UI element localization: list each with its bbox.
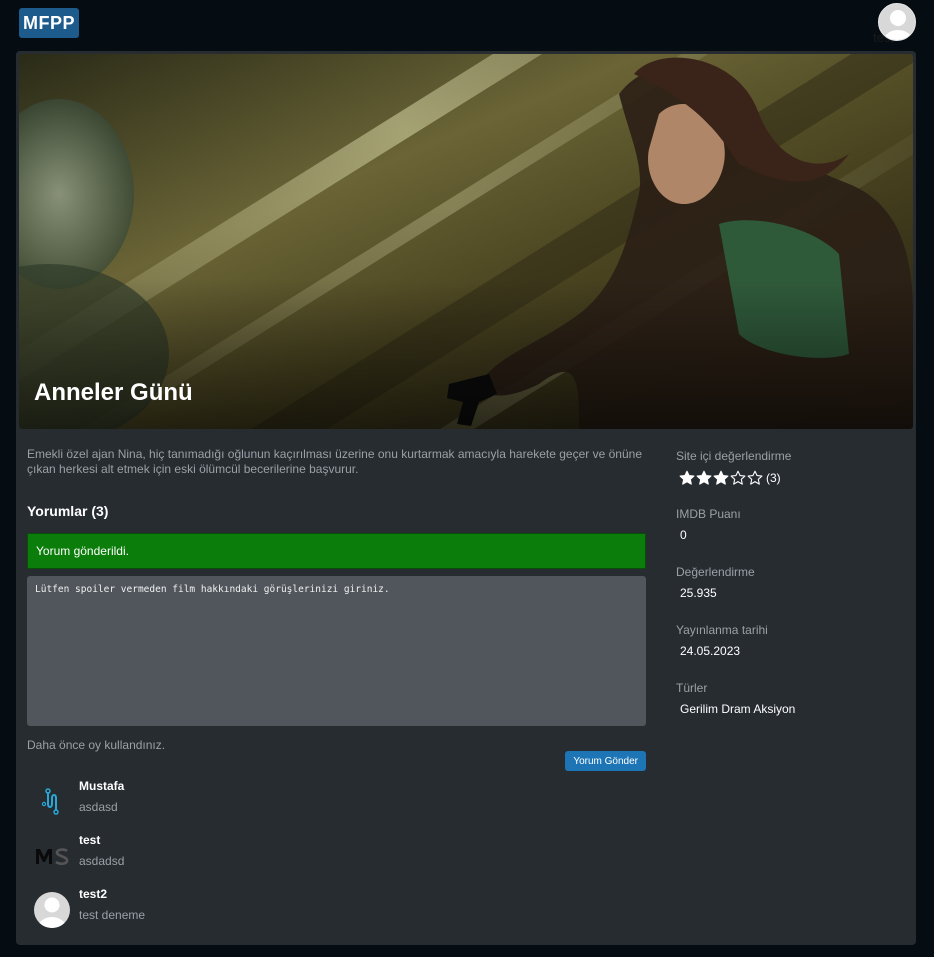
site-rating-label: Site içi değerlendirme: [676, 449, 792, 463]
movie-info-sidebar: Site içi değerlendirme (3) IMDB Puanı 0 …: [676, 449, 906, 739]
comment-list: Mustafa asdasd test asdadsd test2 test d…: [34, 779, 634, 941]
movie-hero-image: Anneler Günü: [19, 54, 913, 429]
votes-value: 25.935: [680, 586, 717, 600]
user-menu[interactable]: test: [836, 3, 916, 45]
comment-author[interactable]: Mustafa: [79, 779, 124, 793]
imdb-value: 0: [680, 528, 687, 542]
hook-logo-icon: [34, 784, 70, 820]
already-voted-note: Daha önce oy kullandınız.: [27, 738, 166, 752]
genres-block: Türler Gerilim Dram Aksiyon: [676, 681, 906, 718]
site-logo[interactable]: MFPP: [19, 8, 79, 38]
default-user-icon: [34, 892, 70, 928]
votes-block: Değerlendirme 25.935: [676, 565, 906, 602]
comment-text: asdadsd: [79, 854, 125, 868]
release-value: 24.05.2023: [680, 644, 741, 658]
imdb-block: IMDB Puanı 0: [676, 507, 906, 544]
genres-value: Gerilim Dram Aksiyon: [680, 702, 796, 716]
submit-comment-button[interactable]: Yorum Gönder: [565, 751, 646, 771]
site-rating-block: Site içi değerlendirme (3): [676, 449, 906, 486]
success-alert: Yorum gönderildi.: [27, 533, 646, 569]
star-filled-icon[interactable]: [713, 470, 729, 486]
comment-author[interactable]: test: [79, 833, 100, 847]
release-label: Yayınlanma tarihi: [676, 623, 768, 637]
comment-item: Mustafa asdasd: [34, 779, 634, 833]
comment-author[interactable]: test2: [79, 887, 107, 901]
movie-title: Anneler Günü: [34, 379, 193, 406]
imdb-label: IMDB Puanı: [676, 507, 741, 521]
genres-label: Türler: [676, 681, 708, 695]
star-empty-icon[interactable]: [730, 470, 746, 486]
ms-logo-icon: [34, 838, 70, 874]
star-rating[interactable]: (3): [676, 469, 906, 486]
comment-item: test2 test deneme: [34, 887, 634, 941]
main-content: Emekli özel ajan Nina, hiç tanımadığı oğ…: [27, 447, 646, 928]
comment-text: asdasd: [79, 800, 118, 814]
votes-label: Değerlendirme: [676, 565, 755, 579]
comment-textarea[interactable]: [27, 576, 646, 726]
comments-heading: Yorumlar (3): [27, 503, 109, 519]
movie-detail-card: Anneler Günü Emekli özel ajan Nina, hiç …: [16, 51, 916, 945]
comment-item: test asdadsd: [34, 833, 634, 887]
star-filled-icon[interactable]: [696, 470, 712, 486]
rating-count: (3): [766, 470, 781, 485]
movie-synopsis: Emekli özel ajan Nina, hiç tanımadığı oğ…: [27, 447, 642, 476]
star-filled-icon[interactable]: [679, 470, 695, 486]
top-navbar: MFPP test: [0, 0, 934, 50]
star-empty-icon[interactable]: [747, 470, 763, 486]
user-avatar-icon[interactable]: [878, 3, 916, 41]
comment-text: test deneme: [79, 908, 146, 922]
release-block: Yayınlanma tarihi 24.05.2023: [676, 623, 906, 660]
